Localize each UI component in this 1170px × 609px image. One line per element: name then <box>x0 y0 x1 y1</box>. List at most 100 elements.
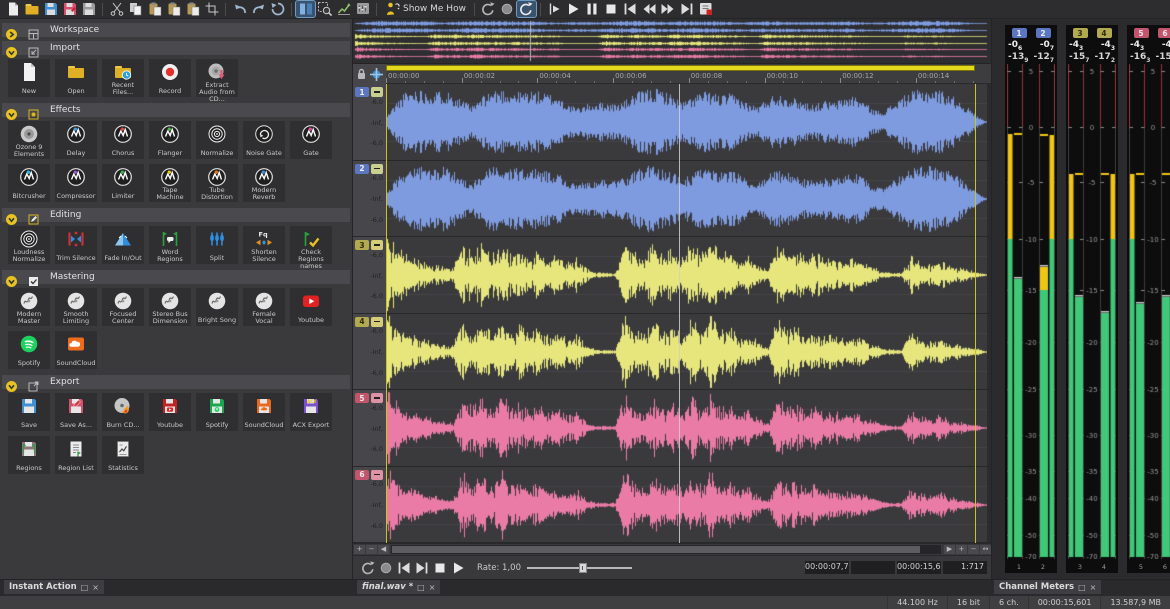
channel-minimize-button[interactable] <box>371 240 383 250</box>
action-tile-acx-export[interactable]: ACXACX Export <box>290 393 332 431</box>
action-tile-focused-center[interactable]: Focused Center <box>102 288 144 326</box>
section-header-editing[interactable]: Editing <box>2 208 350 222</box>
waveform-canvas-4[interactable] <box>386 314 987 390</box>
overview-waveform-canvas[interactable] <box>353 19 991 63</box>
waveform-area-6[interactable] <box>386 467 987 543</box>
section-header-effects[interactable]: Effects <box>2 103 350 117</box>
channel-number-badge[interactable]: 3 <box>355 240 369 250</box>
action-tile-compressor[interactable]: Compressor <box>55 164 97 202</box>
action-tile-normalize[interactable]: Normalize <box>196 121 238 159</box>
section-header-mastering[interactable]: Mastering <box>2 270 350 284</box>
scroll-left-button[interactable]: ◀ <box>378 545 389 554</box>
waveform-area-5[interactable] <box>386 390 987 466</box>
rate-slider[interactable] <box>527 563 632 573</box>
action-tile-recent-files[interactable]: Recent Files... <box>102 59 144 97</box>
action-tile-modern-master[interactable]: Modern Master <box>8 288 50 326</box>
waveform-canvas-6[interactable] <box>386 467 987 543</box>
tab-instant-action[interactable]: Instant Action□× <box>4 580 104 594</box>
channel-minimize-button[interactable] <box>371 317 383 327</box>
action-tile-chorus[interactable]: Chorus <box>102 121 144 159</box>
scrollbar-track[interactable] <box>391 545 941 554</box>
zoom-in-button[interactable]: + <box>354 545 365 554</box>
lock-icon[interactable] <box>356 68 367 80</box>
chevron-down-icon[interactable] <box>6 43 17 54</box>
selection-end-display[interactable]: 00:00:15,601 <box>897 561 941 574</box>
meter-channel-badge-6[interactable]: 6 <box>1158 28 1170 38</box>
channel-number-badge[interactable]: 4 <box>355 317 369 327</box>
toolbar-play-from-cursor-button[interactable] <box>545 1 564 17</box>
channel-number-badge[interactable]: 5 <box>355 393 369 403</box>
section-header-workspace[interactable]: Workspace <box>2 23 350 37</box>
channel-minimize-button[interactable] <box>371 164 383 174</box>
waveform-canvas-2[interactable] <box>386 161 987 237</box>
action-tile-bitcrusher[interactable]: Bitcrusher <box>8 164 50 202</box>
meter-channel-badge-1[interactable]: 1 <box>1012 28 1027 38</box>
waveform-area-2[interactable] <box>386 161 987 237</box>
toolbar-cut-button[interactable] <box>107 1 126 17</box>
channel-minimize-button[interactable] <box>371 393 383 403</box>
timeline-ruler[interactable]: 00:00:0000:00:0200:00:0400:00:0600:00:08… <box>386 64 991 84</box>
toolbar-trim-crop-button[interactable] <box>202 1 221 17</box>
overview-strip[interactable] <box>353 19 991 64</box>
action-tile-soundcloud[interactable]: SoundCloud <box>55 331 97 369</box>
toolbar-new-button[interactable] <box>3 1 22 17</box>
action-tile-noise-gate[interactable]: Noise Gate <box>243 121 285 159</box>
selection-bar[interactable] <box>386 65 975 71</box>
channel-minimize-button[interactable] <box>371 470 383 480</box>
close-panel-icon[interactable]: × <box>92 583 99 592</box>
waveform-area-1[interactable] <box>386 84 987 160</box>
transport-go-to-end-button[interactable] <box>413 559 431 576</box>
toolbar-save-as-button[interactable] <box>60 1 79 17</box>
toolbar-docked-windows-button[interactable] <box>296 1 315 17</box>
transport-play-button[interactable] <box>449 559 467 576</box>
action-tile-stereo-bus-dimension[interactable]: Stereo Bus Dimension <box>149 288 191 326</box>
toolbar-record-marker-button[interactable] <box>697 1 716 17</box>
action-tile-fade-in-out[interactable]: Fade In/Out <box>102 226 144 264</box>
meter-channel-badge-4[interactable]: 4 <box>1097 28 1112 38</box>
close-doc-icon[interactable]: × <box>429 583 436 592</box>
action-tile-region-list[interactable]: Region List <box>55 436 97 474</box>
toolbar-show-me-how-button[interactable]: Show Me How <box>381 1 470 17</box>
chevron-down-icon[interactable] <box>6 272 17 283</box>
action-tile-extract-audio-from-cd[interactable]: Extract Audio from CD... <box>196 59 238 97</box>
action-tile-open[interactable]: Open <box>55 59 97 97</box>
chevron-down-icon[interactable] <box>6 210 17 221</box>
action-tile-gate[interactable]: Gate <box>290 121 332 159</box>
toolbar-loop-playback-button[interactable] <box>479 1 498 17</box>
action-tile-tube-distortion[interactable]: Tube Distortion <box>196 164 238 202</box>
action-tile-split[interactable]: Split <box>196 226 238 264</box>
action-tile-statistics[interactable]: Statistics <box>102 436 144 474</box>
channel-minimize-button[interactable] <box>371 87 383 97</box>
action-tile-save-as[interactable]: Save As... <box>55 393 97 431</box>
action-tile-flanger[interactable]: Flanger <box>149 121 191 159</box>
action-tile-ozone-9-elements[interactable]: Ozone 9 Elements <box>8 121 50 159</box>
action-tile-trim-silence[interactable]: Trim Silence <box>55 226 97 264</box>
rate-slider-handle[interactable] <box>579 563 587 573</box>
float-meters-icon[interactable]: □ <box>1078 583 1086 592</box>
transport-record-button[interactable] <box>377 559 395 576</box>
action-tile-burn-cd[interactable]: Burn CD... <box>102 393 144 431</box>
action-tile-new[interactable]: New <box>8 59 50 97</box>
scrollbar-thumb[interactable] <box>392 546 920 553</box>
toolbar-rewind-button[interactable] <box>640 1 659 17</box>
meter-channel-badge-5[interactable]: 5 <box>1134 28 1149 38</box>
scroll-right-button[interactable]: ▶ <box>944 545 955 554</box>
channel-number-badge[interactable]: 1 <box>355 87 369 97</box>
selection-length-display[interactable]: 1:717 <box>943 561 987 574</box>
action-tile-record[interactable]: Record <box>149 59 191 97</box>
action-tile-female-vocal[interactable]: Female Vocal <box>243 288 285 326</box>
action-tile-tape-machine[interactable]: Tape Machine <box>149 164 191 202</box>
action-tile-youtube[interactable]: Youtube <box>149 393 191 431</box>
action-tile-regions[interactable]: Regions <box>8 436 50 474</box>
action-tile-spotify[interactable]: Spotify <box>196 393 238 431</box>
action-tile-youtube[interactable]: Youtube <box>290 288 332 326</box>
toolbar-save-all-button[interactable] <box>79 1 98 17</box>
transport-stop-button[interactable] <box>431 559 449 576</box>
zoom-fit-button[interactable]: ↔ <box>980 545 991 554</box>
channel-number-badge[interactable]: 2 <box>355 164 369 174</box>
toolbar-paste-button[interactable] <box>145 1 164 17</box>
zoom-in-button-2[interactable]: + <box>956 545 967 554</box>
tab-channel-meters[interactable]: Channel Meters□× <box>994 580 1101 594</box>
waveform-canvas-5[interactable] <box>386 390 987 466</box>
toolbar-redo-button[interactable] <box>249 1 268 17</box>
